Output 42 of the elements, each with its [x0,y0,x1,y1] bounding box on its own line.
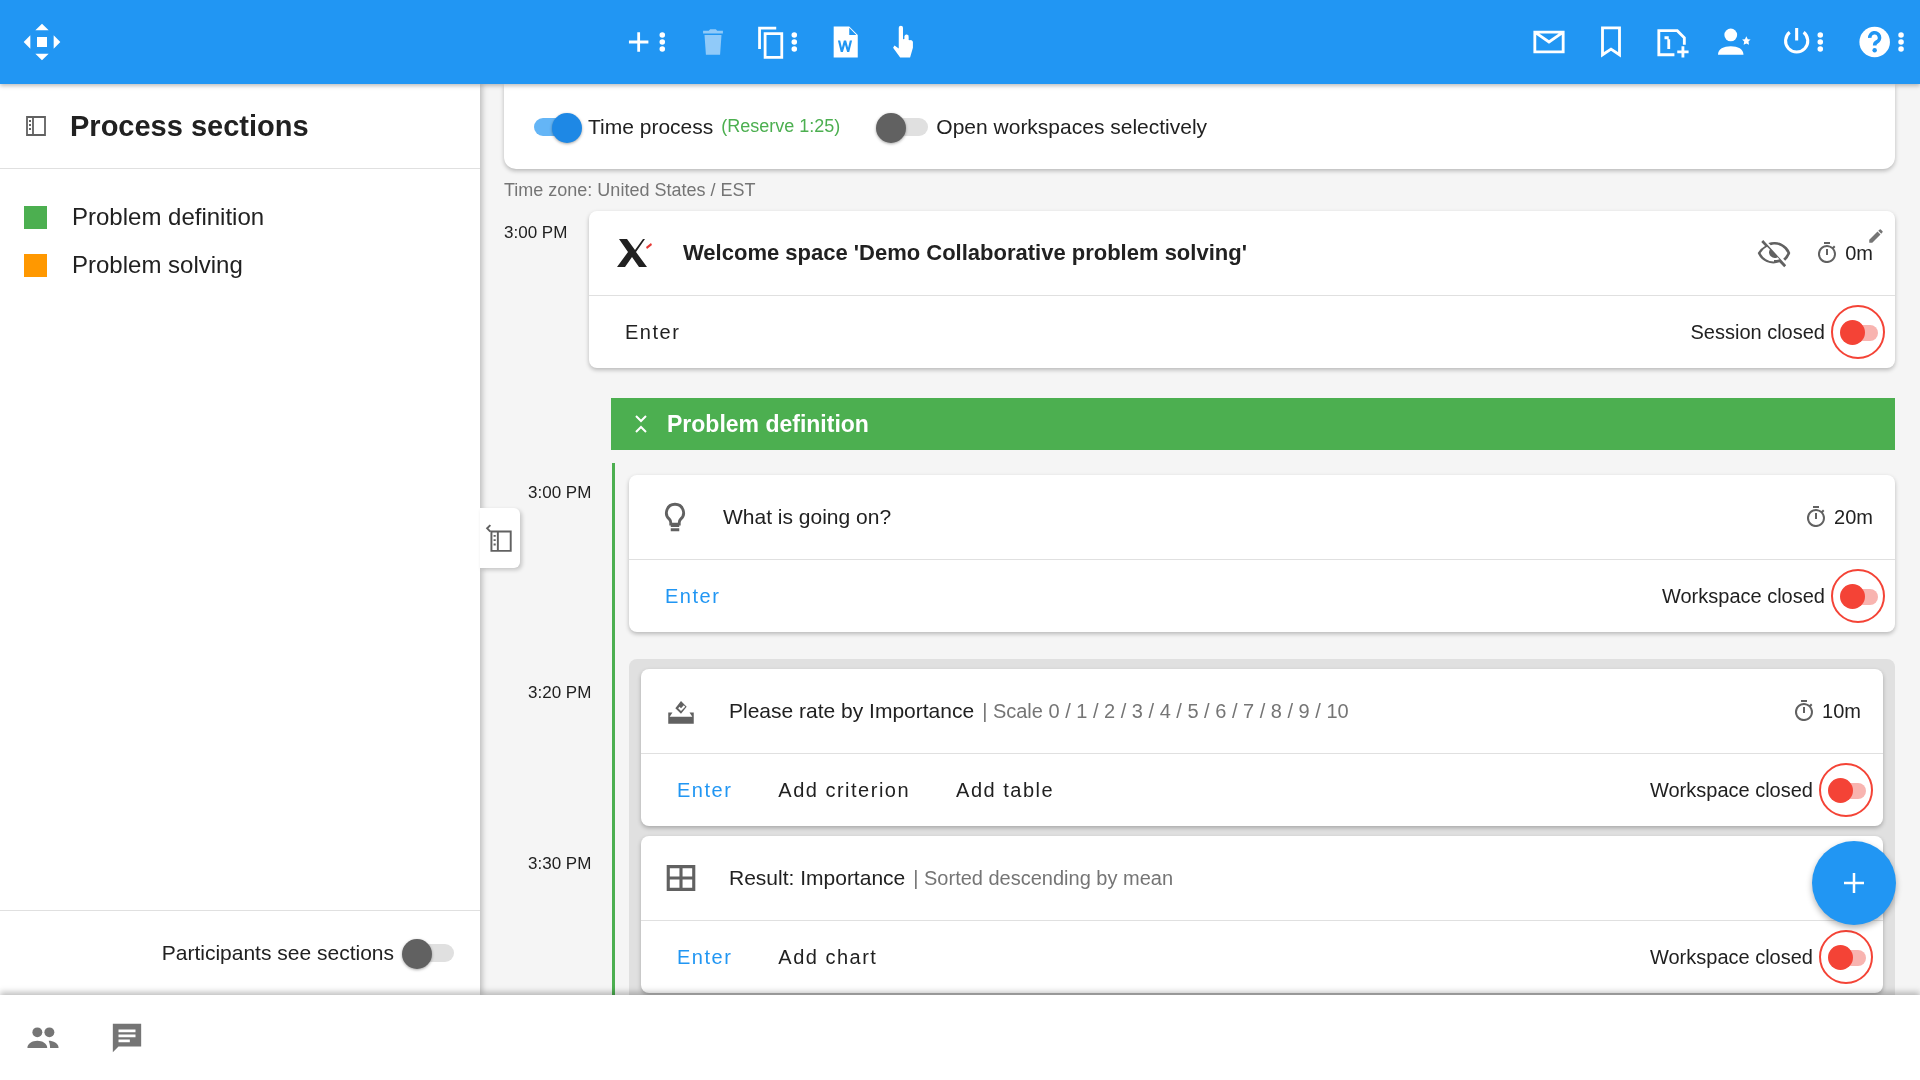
reserve-note: (Reserve 1:25) [721,116,841,137]
duration: 10m [1822,699,1861,723]
duration: 0m [1845,241,1873,265]
toggle-switch[interactable] [1831,305,1885,359]
toggle-switch[interactable] [1819,763,1873,817]
x-logo-icon [617,236,653,270]
status-label: Workspace closed [1649,778,1813,802]
toggle-label: Participants see sections [161,941,394,965]
action-link[interactable]: Add criterion [774,774,915,806]
section-item[interactable]: Problem definition [0,193,480,241]
workspace-title: Please rate by Importance [729,699,975,723]
action-link[interactable]: Add chart [774,941,882,973]
duration: 20m [1834,505,1873,529]
time-label: 3:30 PM [528,853,593,875]
sidebar-title: Process sections [70,109,309,143]
time-label: 3:00 PM [528,482,593,503]
section-title: Problem definition [667,410,869,438]
side-panel-icon [485,523,515,553]
workspace-detail: | Sorted descending by mean [913,866,1174,890]
section-item[interactable]: Problem solving [0,241,480,289]
time-label: 3:20 PM [528,682,593,704]
collapse-tab[interactable] [480,508,520,568]
toggle-switch[interactable] [1831,569,1885,623]
collapse-chevrons-icon[interactable] [633,413,649,435]
status-label: Workspace closed [1649,945,1813,969]
status-label: Session closed [1690,320,1825,344]
toggle-switch[interactable] [402,937,454,969]
action-link[interactable]: Enter [621,316,685,348]
toggle-label: Time process [588,114,714,139]
workspace-title: Result: Importance [729,866,906,890]
toggle-switch[interactable] [1819,930,1873,984]
status-label: Workspace closed [1661,584,1825,608]
workspace-title: What is going on? [723,505,892,529]
toggle-label: Open workspaces selectively [936,114,1208,139]
timezone-label: Time zone: United States / EST [504,178,757,202]
time-label: 3:00 PM [504,222,569,243]
workspace-detail: | Scale 0 / 1 / 2 / 3 / 4 / 5 / 6 / 7 / 8 / 9 / 10 [982,699,1349,723]
move-arrows-icon[interactable] [22,22,62,62]
side-panel-icon[interactable] [24,114,48,138]
workspace-title: Welcome space 'Demo Collaborative problem solving' [683,240,1247,266]
action-link[interactable]: Add table [952,774,1059,806]
pencil-icon[interactable] [1867,227,1885,245]
